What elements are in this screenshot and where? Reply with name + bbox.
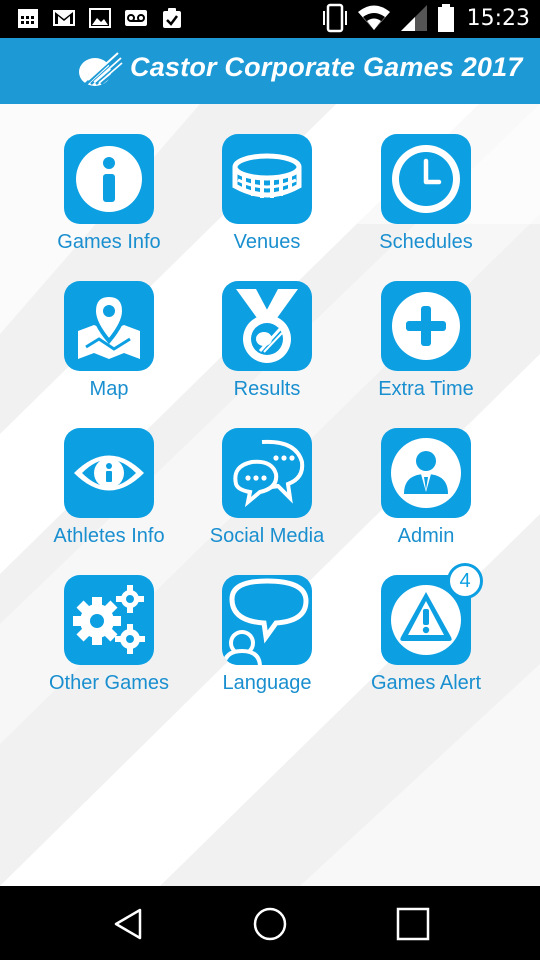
alert-count-badge: 4 [447, 563, 483, 599]
clock: 15:23 [466, 5, 530, 31]
tile-label: Admin [397, 525, 455, 547]
voicemail-icon [124, 6, 148, 30]
vibrate-icon [321, 3, 349, 33]
tile-games-info[interactable]: Games Info [30, 134, 188, 274]
back-triangle-icon[interactable] [108, 904, 148, 944]
tile-schedules[interactable]: Schedules [347, 134, 505, 274]
clock-icon [392, 145, 460, 213]
tile-language[interactable]: Language [188, 575, 346, 715]
plus-icon [392, 292, 460, 360]
tile-admin[interactable]: Admin [347, 428, 505, 568]
clipboard-check-icon [160, 6, 184, 30]
app-title: Castor Corporate Games 2017 [130, 52, 523, 82]
wifi-icon [357, 3, 391, 33]
tile-results[interactable]: Results [188, 281, 346, 421]
medal-icon [236, 289, 298, 363]
tile-venues[interactable]: Venues [188, 134, 346, 274]
signal-icon [399, 3, 429, 33]
map-pin-icon [78, 292, 140, 359]
speech-bubble-user-icon [222, 578, 309, 665]
battery-icon [437, 3, 455, 33]
tile-label: Schedules [379, 231, 473, 253]
status-bar: 15:23 [0, 0, 540, 38]
eye-info-icon [74, 455, 144, 491]
tile-social-media[interactable]: Social Media [188, 428, 346, 568]
tile-label: Games Alert [370, 672, 482, 694]
recents-square-icon[interactable] [393, 904, 433, 944]
home-circle-icon[interactable] [250, 904, 290, 944]
info-icon [76, 146, 142, 212]
system-nav-bar [0, 886, 540, 960]
stadium-icon [232, 153, 302, 198]
tile-map[interactable]: Map [30, 281, 188, 421]
chat-bubbles-icon [233, 439, 305, 508]
tile-label: Extra Time [378, 378, 474, 400]
app-header: Castor Corporate Games 2017 [0, 38, 540, 104]
castor-logo-icon [76, 50, 124, 90]
tile-other-games[interactable]: Other Games [30, 575, 188, 715]
calendar-icon [16, 6, 40, 30]
gmail-icon [52, 6, 76, 30]
image-icon [88, 6, 112, 30]
tile-athletes-info[interactable]: Athletes Info [30, 428, 188, 568]
tile-games-alert[interactable]: 4 Games Alert [347, 563, 505, 715]
admin-user-icon [391, 438, 461, 508]
tile-extra-time[interactable]: Extra Time [347, 281, 505, 421]
gears-icon [73, 585, 145, 654]
home-grid: Games Info Venues Schedules Map Results … [0, 104, 540, 886]
